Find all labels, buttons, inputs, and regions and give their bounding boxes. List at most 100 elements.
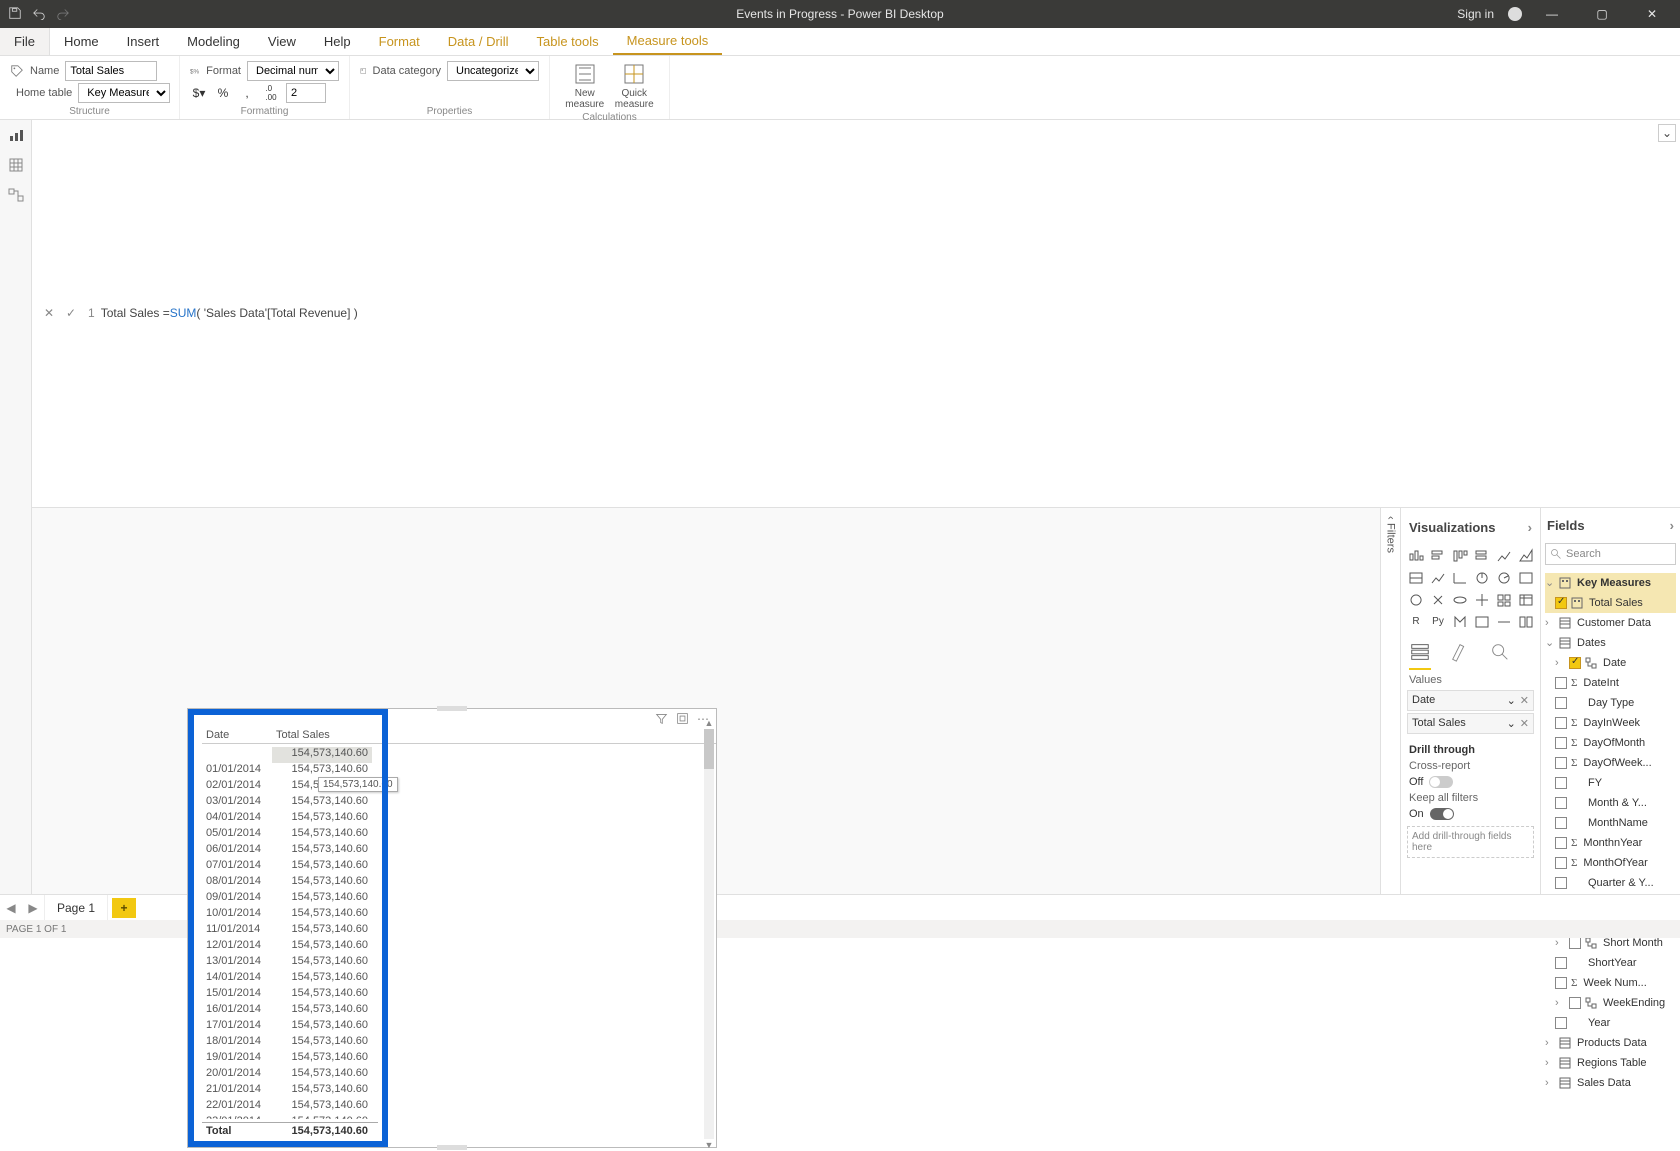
viz-type-icon[interactable] [1429, 569, 1447, 587]
viz-type-icon[interactable] [1517, 547, 1535, 565]
decimals-input[interactable] [286, 83, 326, 103]
field-monthyear[interactable]: Month & Y... [1545, 793, 1676, 813]
user-avatar-icon[interactable] [1508, 7, 1522, 21]
table-row[interactable]: 13/01/2014154,573,140.60 [202, 955, 372, 971]
viz-type-icon[interactable] [1429, 547, 1447, 565]
viz-type-icon[interactable] [1451, 569, 1469, 587]
field-year[interactable]: Year [1545, 1013, 1676, 1033]
fields-tab-icon[interactable] [1409, 641, 1431, 670]
table-regions[interactable]: ›Regions Table [1545, 1053, 1676, 1073]
currency-button[interactable]: $▾ [190, 83, 208, 103]
formula-cancel-icon[interactable]: ✕ [38, 306, 60, 320]
table-dates[interactable]: ⌄Dates [1545, 633, 1676, 653]
table-row[interactable]: 23/01/2014154,573,140.60 [202, 1115, 372, 1119]
table-row[interactable]: 17/01/2014154,573,140.60 [202, 1019, 372, 1035]
field-total-sales[interactable]: Total Sales [1545, 593, 1676, 613]
page-prev-icon[interactable]: ◀ [0, 901, 22, 915]
viz-type-icon[interactable] [1451, 547, 1469, 565]
remove-icon[interactable]: ✕ [1520, 718, 1529, 730]
scroll-up-icon[interactable]: ▲ [704, 717, 714, 729]
formula-commit-icon[interactable]: ✓ [60, 306, 82, 320]
remove-icon[interactable]: ✕ [1520, 695, 1529, 707]
viz-type-icon[interactable] [1495, 591, 1513, 609]
viz-type-icon[interactable] [1495, 569, 1513, 587]
table-row[interactable]: 03/01/2014154,573,140.60 [202, 795, 372, 811]
tab-format[interactable]: Format [365, 28, 434, 55]
viz-type-icon[interactable] [1473, 591, 1491, 609]
table-row[interactable]: 16/01/2014154,573,140.60 [202, 1003, 372, 1019]
viz-type-icon[interactable] [1473, 613, 1491, 631]
maximize-icon[interactable]: ▢ [1582, 7, 1622, 21]
filter-icon[interactable] [655, 712, 668, 725]
decimal-inc-icon[interactable]: .0.00 [262, 83, 280, 103]
viz-type-icon[interactable] [1407, 591, 1425, 609]
focus-mode-icon[interactable] [676, 712, 689, 725]
well-date[interactable]: Date⌄✕ [1407, 690, 1534, 711]
data-category-select[interactable]: Uncategorized [447, 61, 539, 81]
table-row[interactable]: 21/01/2014154,573,140.60 [202, 1083, 372, 1099]
table-visual[interactable]: ⋯ Date Total Sales 154,573,140.6001/01/2… [187, 708, 717, 1148]
format-select[interactable]: Decimal number [247, 61, 339, 81]
table-sales[interactable]: ›Sales Data [1545, 1073, 1676, 1093]
table-row[interactable]: 20/01/2014154,573,140.60 [202, 1067, 372, 1083]
quick-measure-button[interactable]: Quick measure [610, 60, 660, 110]
table-row[interactable]: 15/01/2014154,573,140.60 [202, 987, 372, 1003]
chevron-right-icon[interactable]: › [1670, 518, 1674, 533]
field-monthnyear[interactable]: ΣMonthnYear [1545, 833, 1676, 853]
viz-type-icon[interactable] [1451, 591, 1469, 609]
page-tab[interactable]: Page 1 [44, 895, 108, 920]
viz-type-icon[interactable] [1495, 613, 1513, 631]
viz-type-icon[interactable] [1451, 613, 1469, 631]
data-view-icon[interactable] [0, 150, 31, 180]
col-date[interactable]: Date [202, 727, 272, 743]
name-input[interactable] [65, 61, 157, 81]
field-shortyear[interactable]: ShortYear [1545, 953, 1676, 973]
field-monthname[interactable]: MonthName [1545, 813, 1676, 833]
viz-type-icon[interactable] [1407, 547, 1425, 565]
viz-type-icon[interactable] [1473, 569, 1491, 587]
table-row[interactable]: 18/01/2014154,573,140.60 [202, 1035, 372, 1051]
fields-search[interactable]: Search [1545, 543, 1676, 565]
model-view-icon[interactable] [0, 180, 31, 210]
scroll-thumb[interactable] [704, 729, 714, 769]
viz-type-icon[interactable]: Py [1429, 613, 1447, 631]
table-row[interactable]: 07/01/2014154,573,140.60 [202, 859, 372, 875]
undo-icon[interactable] [32, 6, 46, 23]
viz-type-icon[interactable] [1429, 591, 1447, 609]
tab-view[interactable]: View [254, 28, 310, 55]
percent-button[interactable]: % [214, 83, 232, 103]
tab-file[interactable]: File [0, 28, 50, 55]
table-products[interactable]: ›Products Data [1545, 1033, 1676, 1053]
table-row[interactable]: 06/01/2014154,573,140.60 [202, 843, 372, 859]
table-row[interactable]: 04/01/2014154,573,140.60 [202, 811, 372, 827]
chevron-down-icon[interactable]: ⌄ [1507, 718, 1516, 730]
table-row[interactable]: 154,573,140.60 [202, 747, 372, 763]
tab-help[interactable]: Help [310, 28, 365, 55]
field-weeknum[interactable]: ΣWeek Num... [1545, 973, 1676, 993]
tab-insert[interactable]: Insert [113, 28, 174, 55]
redo-icon[interactable] [56, 6, 70, 23]
table-row[interactable]: 11/01/2014154,573,140.60 [202, 923, 372, 939]
field-fy[interactable]: FY [1545, 773, 1676, 793]
filters-pane-collapsed[interactable]: ‹ Filters [1380, 508, 1400, 895]
viz-type-icon[interactable] [1517, 591, 1535, 609]
field-dateint[interactable]: ΣDateInt [1545, 673, 1676, 693]
home-table-select[interactable]: Key Measures [78, 83, 170, 103]
page-next-icon[interactable]: ▶ [22, 901, 44, 915]
field-weekending[interactable]: ›WeekEnding [1545, 993, 1676, 1013]
cross-report-toggle[interactable] [1429, 776, 1453, 788]
field-monthofyear[interactable]: ΣMonthOfYear [1545, 853, 1676, 873]
report-view-icon[interactable] [0, 120, 31, 150]
sign-in-button[interactable]: Sign in [1457, 7, 1494, 21]
table-row[interactable]: 22/01/2014154,573,140.60 [202, 1099, 372, 1115]
viz-type-icon[interactable]: R [1407, 613, 1425, 631]
field-dayinweek[interactable]: ΣDayInWeek [1545, 713, 1676, 733]
field-dayofmonth[interactable]: ΣDayOfMonth [1545, 733, 1676, 753]
tab-modeling[interactable]: Modeling [173, 28, 254, 55]
analytics-tab-icon[interactable] [1489, 641, 1511, 670]
new-measure-button[interactable]: New measure [560, 60, 610, 110]
viz-type-icon[interactable] [1473, 547, 1491, 565]
tab-measure-tools[interactable]: Measure tools [613, 28, 723, 55]
scroll-down-icon[interactable]: ▼ [704, 1139, 714, 1151]
drill-through-drop[interactable]: Add drill-through fields here [1407, 826, 1534, 858]
